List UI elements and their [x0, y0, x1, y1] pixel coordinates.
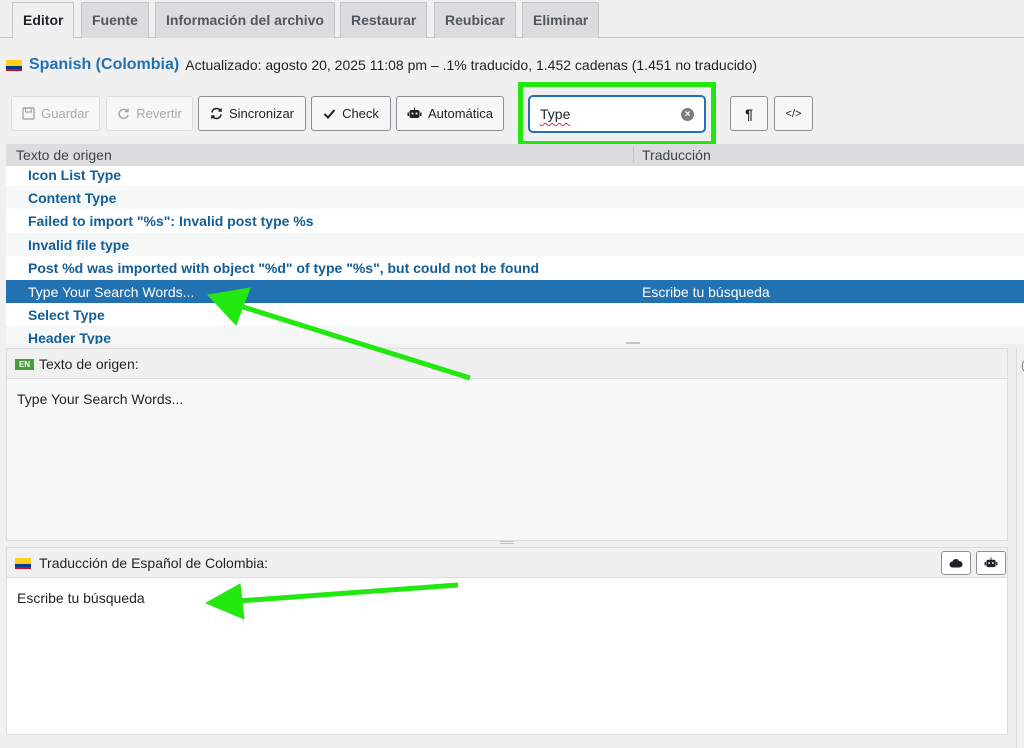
- side-panel-edge: (: [1016, 348, 1024, 748]
- auto-translate-label: Automática: [427, 106, 494, 121]
- revert-label: Revertir: [136, 106, 182, 121]
- translation-textarea[interactable]: Escribe tu búsqueda: [17, 590, 145, 606]
- tab-eliminar[interactable]: Eliminar: [522, 2, 600, 38]
- table-row[interactable]: Header Type: [6, 326, 1024, 344]
- source-panel-header: EN Texto de origen:: [7, 349, 1007, 379]
- file-status-text: Actualizado: agosto 20, 2025 11:08 pm – …: [185, 57, 758, 73]
- code-icon: </>: [785, 107, 802, 120]
- row-source: Post %d was imported with object "%d" of…: [28, 260, 540, 276]
- translation-panel-title: Traducción de Español de Colombia:: [39, 555, 269, 571]
- panel-resize-handle[interactable]: [500, 541, 514, 544]
- language-link[interactable]: Spanish (Colombia): [29, 56, 179, 74]
- column-header-translation[interactable]: Traducción: [642, 147, 711, 163]
- colombia-flag-icon: [15, 558, 31, 569]
- robot-translate-button[interactable]: [976, 551, 1006, 575]
- cloud-icon: [949, 559, 963, 568]
- save-button[interactable]: Guardar: [11, 96, 100, 131]
- robot-icon: [984, 557, 998, 568]
- row-source: Content Type: [28, 190, 117, 206]
- row-source: Select Type: [28, 307, 105, 323]
- check-button[interactable]: Check: [311, 96, 391, 131]
- robot-icon: [407, 107, 422, 118]
- tab-file-info[interactable]: Información del archivo: [155, 2, 335, 38]
- row-translation: Escribe tu búsqueda: [642, 284, 770, 300]
- list-resize-handle[interactable]: [626, 342, 640, 344]
- save-label: Guardar: [41, 106, 89, 121]
- table-row[interactable]: Icon List Type: [6, 166, 1024, 186]
- column-divider[interactable]: [633, 147, 634, 163]
- sync-button[interactable]: Sincronizar: [198, 96, 306, 131]
- cloud-translate-button[interactable]: [941, 551, 971, 575]
- table-row-selected[interactable]: Type Your Search Words... Escribe tu bús…: [6, 280, 1024, 303]
- table-row[interactable]: Invalid file type: [6, 233, 1024, 256]
- table-row[interactable]: Post %d was imported with object "%d" of…: [6, 256, 1024, 279]
- row-source: Failed to import "%s": Invalid post type…: [28, 213, 314, 229]
- string-list: Icon List Type Content Type Failed to im…: [6, 166, 1024, 344]
- table-header: Texto de origen Traducción: [6, 144, 1024, 166]
- translation-panel: Traducción de Español de Colombia: Escri…: [6, 547, 1008, 735]
- table-row[interactable]: Select Type: [6, 303, 1024, 326]
- pilcrow-icon: ¶: [745, 105, 753, 122]
- english-flag-badge: EN: [15, 359, 34, 370]
- source-text: Type Your Search Words...: [17, 391, 184, 407]
- search-input-value: Type: [540, 106, 571, 122]
- tab-reubicar[interactable]: Reubicar: [434, 2, 516, 38]
- translation-panel-header: Traducción de Español de Colombia:: [7, 548, 1007, 578]
- source-panel-title: Texto de origen:: [39, 356, 139, 372]
- code-view-toggle-button[interactable]: </>: [774, 96, 813, 131]
- checkmark-icon: [323, 109, 336, 119]
- invisibles-toggle-button[interactable]: ¶: [730, 96, 768, 131]
- table-row[interactable]: Failed to import "%s": Invalid post type…: [6, 209, 1024, 232]
- tab-editor[interactable]: Editor: [12, 2, 75, 39]
- tab-restaurar[interactable]: Restaurar: [340, 2, 428, 38]
- check-label: Check: [342, 106, 379, 121]
- row-source: Invalid file type: [28, 237, 130, 253]
- auto-translate-button[interactable]: Automática: [396, 96, 504, 131]
- column-header-source[interactable]: Texto de origen: [16, 147, 112, 163]
- row-source: Header Type: [28, 330, 111, 344]
- row-source: Icon List Type: [28, 167, 122, 183]
- search-input[interactable]: Type ×: [529, 96, 705, 132]
- sync-label: Sincronizar: [228, 106, 295, 121]
- table-row[interactable]: Content Type: [6, 186, 1024, 209]
- colombia-flag-icon: [6, 59, 22, 71]
- sync-icon: [211, 107, 222, 120]
- revert-icon: [118, 108, 129, 120]
- clear-search-icon[interactable]: ×: [681, 108, 694, 121]
- revert-button[interactable]: Revertir: [106, 96, 193, 131]
- file-header: Spanish (Colombia) Actualizado: agosto 2…: [6, 54, 757, 76]
- save-icon: [22, 107, 35, 120]
- tab-bar: Editor Fuente Información del archivo Re…: [0, 0, 1024, 39]
- tab-fuente[interactable]: Fuente: [81, 2, 149, 38]
- source-text-panel: EN Texto de origen: Type Your Search Wor…: [6, 348, 1008, 541]
- row-source: Type Your Search Words...: [28, 284, 195, 300]
